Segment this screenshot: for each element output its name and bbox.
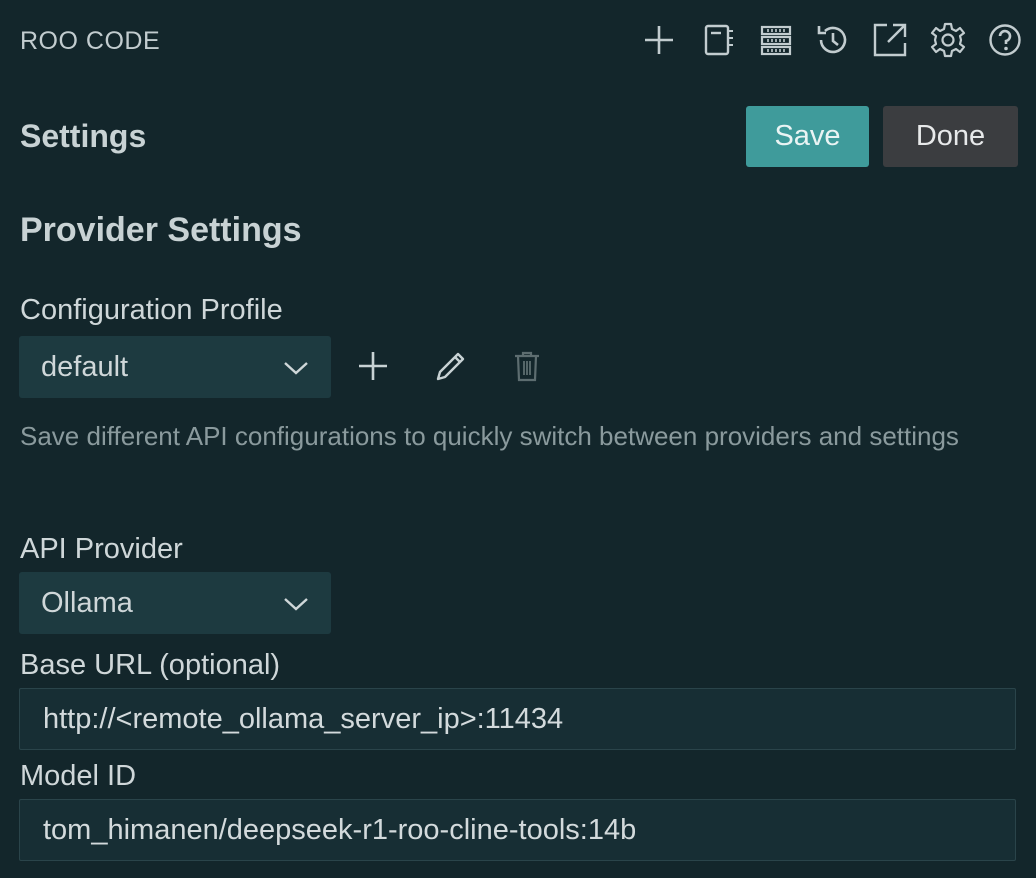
done-button[interactable]: Done (883, 106, 1018, 167)
server-icon (760, 25, 792, 56)
base-url-input[interactable]: http://<remote_ollama_server_ip>:11434 (19, 688, 1016, 750)
api-provider-value: Ollama (41, 586, 133, 619)
page-title: Settings (20, 118, 147, 154)
app-title: ROO CODE (20, 27, 161, 55)
delete-profile-button[interactable] (505, 344, 549, 388)
chevron-down-icon (284, 362, 308, 375)
header: ROO CODE (0, 0, 1036, 82)
prompts-button[interactable] (698, 20, 738, 60)
save-button[interactable]: Save (746, 106, 869, 167)
external-link-icon (873, 23, 907, 57)
open-in-tab-button[interactable] (870, 20, 910, 60)
config-profile-description: Save different API configurations to qui… (20, 421, 959, 451)
model-id-input[interactable]: tom_himanen/deepseek-r1-roo-cline-tools:… (19, 799, 1016, 861)
plus-icon (645, 26, 673, 54)
rename-profile-button[interactable] (429, 344, 473, 388)
api-provider-select[interactable]: Ollama (19, 572, 331, 634)
help-icon (989, 24, 1021, 56)
add-profile-button[interactable] (351, 344, 395, 388)
base-url-label: Base URL (optional) (20, 649, 281, 681)
notebook-icon (704, 24, 733, 56)
config-profile-label: Configuration Profile (20, 294, 283, 326)
model-id-label: Model ID (20, 760, 137, 792)
help-button[interactable] (985, 20, 1025, 60)
model-id-value: tom_himanen/deepseek-r1-roo-cline-tools:… (43, 813, 637, 846)
mcp-servers-button[interactable] (756, 20, 796, 60)
config-profile-select[interactable]: default (19, 336, 331, 398)
history-icon (817, 26, 847, 54)
pencil-icon (436, 352, 465, 381)
plus-icon (359, 352, 387, 380)
section-title-provider-settings: Provider Settings (20, 211, 302, 249)
gear-icon (930, 22, 966, 58)
base-url-value: http://<remote_ollama_server_ip>:11434 (43, 702, 564, 735)
chevron-down-icon (284, 598, 308, 611)
settings-button[interactable] (928, 20, 968, 60)
config-profile-value: default (41, 350, 129, 383)
api-provider-label: API Provider (20, 533, 183, 565)
new-task-button[interactable] (639, 20, 679, 60)
history-button[interactable] (813, 20, 853, 60)
trash-icon (515, 351, 539, 382)
